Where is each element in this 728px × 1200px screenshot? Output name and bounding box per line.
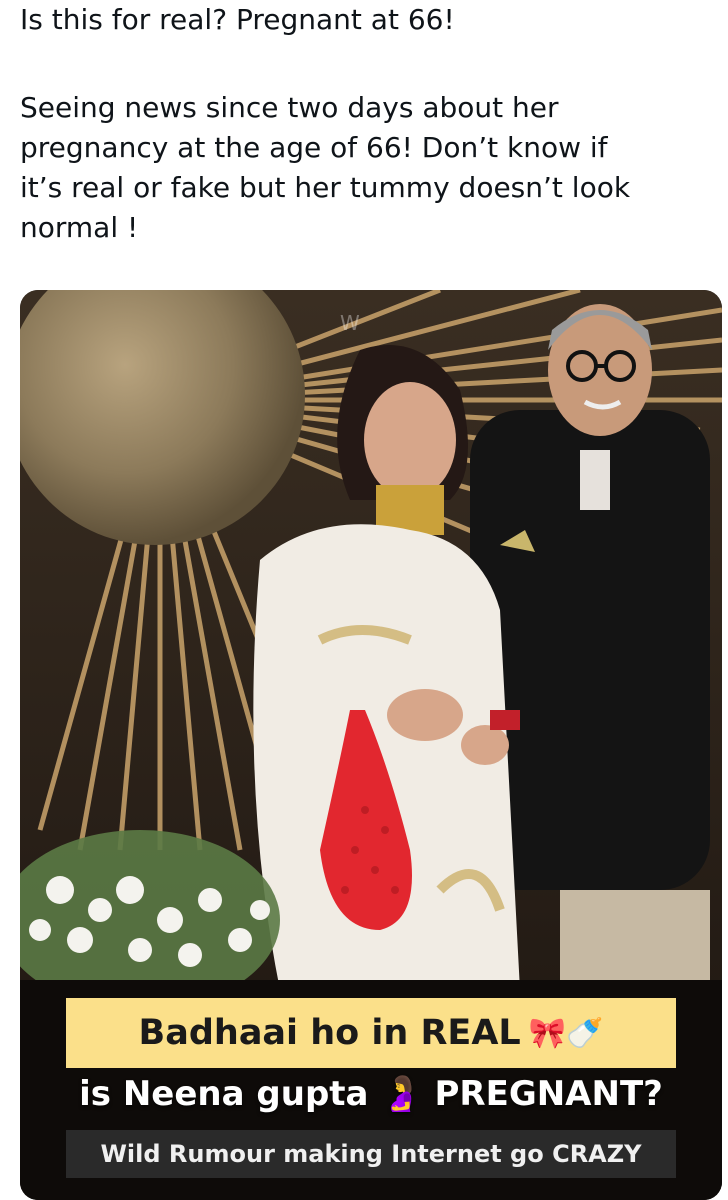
caption-subtitle: Wild Rumour making Internet go CRAZY — [66, 1130, 676, 1178]
tweet-paragraph-line-4: normal ! — [20, 211, 139, 244]
caption-highlight: Badhaai ho in REAL 🎀🍼 — [66, 998, 676, 1068]
caption-line-2: is Neena gupta 🤰 PREGNANT? — [79, 1074, 663, 1114]
caption-line-1: Badhaai ho in REAL — [138, 1013, 521, 1053]
tweet-text: Is this for real? Pregnant at 66! Seeing… — [20, 0, 710, 248]
tweet-line-1: Is this for real? Pregnant at 66! — [20, 3, 455, 36]
tweet-paragraph-line-3: it’s real or fake but her tummy doesn’t … — [20, 171, 631, 204]
tweet-media-image[interactable]: W Badhaai ho in REAL 🎀🍼 is Neena gupta 🤰… — [20, 290, 722, 1200]
ribbon-bottle-emoji: 🎀🍼 — [528, 1015, 604, 1051]
tweet-paragraph-line-2: pregnancy at the age of 66! Don’t know i… — [20, 131, 608, 164]
watermark: W — [340, 311, 360, 335]
caption-line-3: Wild Rumour making Internet go CRAZY — [100, 1140, 642, 1168]
tweet-paragraph-line-1: Seeing news since two days about her — [20, 91, 559, 124]
